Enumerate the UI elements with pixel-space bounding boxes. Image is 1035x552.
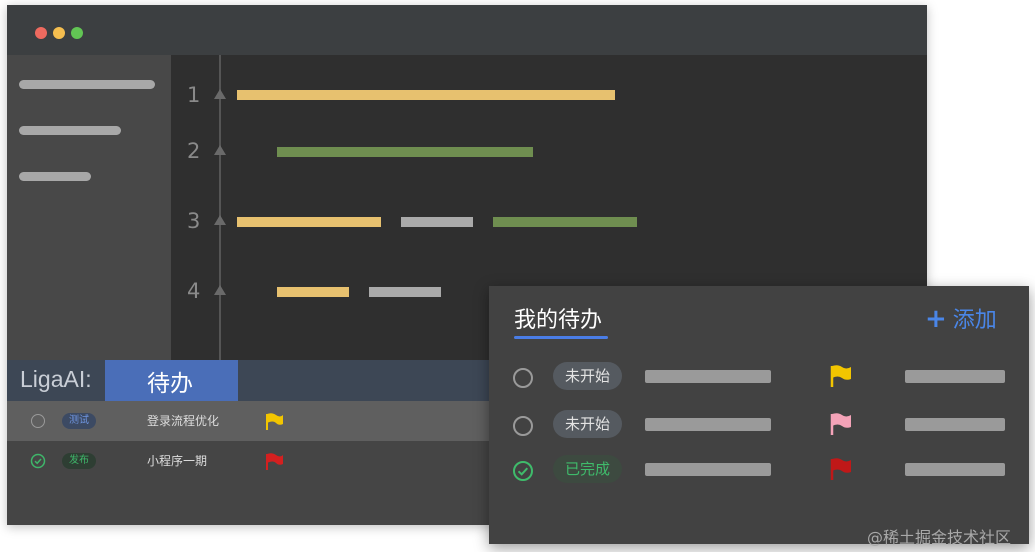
- tab-todo[interactable]: 待办: [105, 360, 238, 401]
- code-bar: [277, 287, 349, 297]
- flag-icon[interactable]: [265, 413, 285, 431]
- sidebar-item-placeholder[interactable]: [19, 80, 155, 89]
- code-bar: [237, 90, 615, 100]
- line-number: 4: [187, 279, 201, 303]
- minimize-window-button[interactable]: [53, 27, 65, 39]
- gutter-divider: [219, 55, 221, 360]
- status-badge[interactable]: 未开始: [553, 362, 623, 390]
- line-number: 2: [187, 139, 201, 163]
- watermark: @稀土掘金技术社区: [867, 528, 1012, 547]
- add-button-label: 添加: [952, 308, 997, 333]
- code-bar: [493, 217, 637, 227]
- checked-circle-icon[interactable]: [30, 453, 46, 469]
- todo-title-placeholder: [645, 370, 771, 383]
- code-bar: [401, 217, 473, 227]
- todo-checkbox[interactable]: [513, 416, 533, 436]
- my-todo-popup: 我的待办 + 添加 未开始 未开始 已完成: [489, 286, 1029, 544]
- flag-icon[interactable]: [829, 412, 853, 436]
- line-number: 3: [187, 209, 201, 233]
- fold-marker-icon[interactable]: [214, 89, 226, 99]
- project-sidebar: [7, 55, 171, 360]
- checked-circle-icon[interactable]: [512, 460, 534, 482]
- maximize-window-button[interactable]: [71, 27, 83, 39]
- todo-meta-placeholder: [905, 418, 1005, 431]
- task-name[interactable]: 小程序一期: [147, 452, 207, 469]
- flag-icon[interactable]: [265, 453, 285, 471]
- task-name[interactable]: 登录流程优化: [147, 412, 219, 429]
- sidebar-item-placeholder[interactable]: [19, 172, 91, 181]
- task-tag: 测试: [62, 413, 96, 429]
- plus-icon: +: [925, 304, 947, 334]
- fold-marker-icon[interactable]: [214, 145, 226, 155]
- flag-icon[interactable]: [829, 364, 853, 388]
- status-badge[interactable]: 已完成: [553, 455, 623, 483]
- todo-title-placeholder: [645, 418, 771, 431]
- todo-item[interactable]: 已完成: [489, 450, 1029, 490]
- add-button[interactable]: + 添加: [925, 302, 997, 334]
- status-badge[interactable]: 未开始: [553, 410, 623, 438]
- todo-checkbox[interactable]: [513, 368, 533, 388]
- tab-todo-label: 待办: [147, 371, 193, 397]
- todo-title-placeholder: [645, 463, 771, 476]
- sidebar-item-placeholder[interactable]: [19, 126, 121, 135]
- title-underline: [514, 336, 608, 339]
- popup-title[interactable]: 我的待办: [514, 302, 602, 334]
- liga-panel-label: LigaAI:: [20, 366, 92, 392]
- flag-icon[interactable]: [829, 457, 853, 481]
- fold-marker-icon[interactable]: [214, 285, 226, 295]
- title-bar: [7, 5, 927, 55]
- code-bar: [237, 217, 381, 227]
- line-number: 1: [187, 83, 201, 107]
- todo-meta-placeholder: [905, 463, 1005, 476]
- todo-meta-placeholder: [905, 370, 1005, 383]
- task-checkbox[interactable]: [31, 414, 45, 428]
- task-tag: 发布: [62, 453, 96, 469]
- fold-marker-icon[interactable]: [214, 215, 226, 225]
- todo-item[interactable]: 未开始: [489, 357, 1029, 397]
- close-window-button[interactable]: [35, 27, 47, 39]
- todo-item[interactable]: 未开始: [489, 405, 1029, 445]
- code-bar: [277, 147, 533, 157]
- code-bar: [369, 287, 441, 297]
